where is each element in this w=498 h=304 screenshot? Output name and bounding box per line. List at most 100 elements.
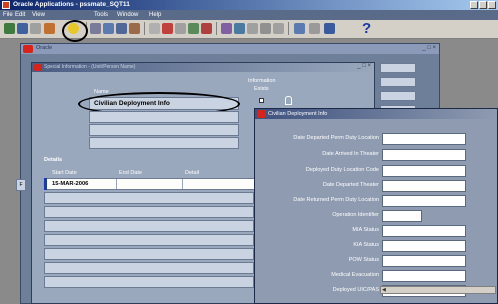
- find-icon[interactable]: [17, 23, 28, 34]
- medical-evacuation-input[interactable]: [382, 270, 466, 282]
- field-label: Date Departed Perm Duty Location: [293, 135, 379, 141]
- mdi-title: Oracle: [36, 45, 53, 51]
- date-departed-theater-input[interactable]: [382, 180, 466, 192]
- menu-help[interactable]: Help: [149, 10, 161, 20]
- popup-field-row: Date Arrived In Theater: [255, 149, 497, 162]
- oracle-logo-icon: [23, 45, 33, 53]
- side-tab[interactable]: F: [16, 179, 26, 191]
- window-title: Oracle Applications - pssmate_SQT11: [13, 1, 130, 8]
- table-row[interactable]: [44, 262, 254, 274]
- close-icon[interactable]: [488, 1, 496, 9]
- kia-status-input[interactable]: [382, 240, 466, 252]
- exists-checkbox[interactable]: [259, 98, 264, 103]
- column-detail: Detail: [185, 170, 200, 176]
- popup-title: Civilian Deployment Info: [268, 111, 328, 117]
- table-row[interactable]: 15-MAR-2006: [44, 178, 264, 190]
- edit-icon[interactable]: [188, 23, 199, 34]
- table-row[interactable]: [44, 220, 254, 232]
- popup-header: Civilian Deployment Info: [255, 109, 497, 119]
- popup-field-row: KIA Status: [255, 240, 497, 253]
- new-icon[interactable]: [4, 23, 15, 34]
- scroll-left-arrow-icon[interactable]: ◀: [382, 287, 386, 293]
- deployed-duty-location-code-input[interactable]: [382, 165, 466, 177]
- special-information-header: Special Information - (Unit/Person Name)…: [32, 63, 374, 72]
- form-controls[interactable]: _ □ ×: [357, 63, 371, 69]
- name-field-row[interactable]: [89, 137, 239, 149]
- table-row[interactable]: [44, 234, 254, 246]
- field-label: MIA Status: [352, 227, 379, 233]
- oracle-logo-icon: [34, 64, 42, 71]
- oracle-logo-icon: [257, 110, 266, 118]
- name-field-row[interactable]: [89, 111, 239, 123]
- window-title-bar: Oracle Applications - pssmate_SQT11: [0, 0, 498, 10]
- exists-label: Exists: [254, 86, 269, 92]
- popup-field-row: MIA Status: [255, 225, 497, 238]
- delete-record-icon[interactable]: [162, 23, 173, 34]
- field-label: Medical Evacuation: [331, 272, 379, 278]
- table-row[interactable]: [44, 206, 254, 218]
- table-row[interactable]: [44, 276, 254, 288]
- cut-icon[interactable]: [103, 23, 114, 34]
- column-end-date: End Date: [119, 170, 142, 176]
- nav-icon[interactable]: [30, 23, 41, 34]
- date-returned-perm-duty-input[interactable]: [382, 195, 466, 207]
- details-label: Details: [44, 157, 63, 163]
- background-field: [380, 63, 416, 73]
- menu-toggle-icon[interactable]: [309, 23, 320, 34]
- end-date-cell[interactable]: [117, 179, 183, 189]
- copy-icon[interactable]: [116, 23, 127, 34]
- menu-tools[interactable]: Tools: [94, 10, 108, 20]
- pow-status-input[interactable]: [382, 255, 466, 267]
- attachments-icon[interactable]: [201, 23, 212, 34]
- name-field-row[interactable]: [89, 124, 239, 136]
- mia-status-input[interactable]: [382, 225, 466, 237]
- wizard-icon[interactable]: [260, 23, 271, 34]
- field-label: Date Returned Perm Duty Location: [293, 197, 379, 203]
- background-field: [380, 91, 416, 101]
- menu-view[interactable]: View: [32, 10, 45, 20]
- date-arrived-theater-input[interactable]: [382, 149, 466, 161]
- field-label: Deployed UIC/PAS: [332, 287, 379, 293]
- popup-field-row: Date Returned Perm Duty Location: [255, 195, 497, 208]
- print-icon[interactable]: [90, 23, 101, 34]
- toolbar-separator: [216, 22, 217, 35]
- background-field: [380, 77, 416, 87]
- date-departed-perm-duty-input[interactable]: [382, 133, 466, 145]
- table-row[interactable]: [44, 192, 254, 204]
- menu-edit[interactable]: Edit: [15, 10, 25, 20]
- help-icon[interactable]: ?: [362, 20, 371, 38]
- operation-identifier-input[interactable]: [382, 210, 422, 222]
- zoom-icon[interactable]: [247, 23, 258, 34]
- folder-tools-icon[interactable]: [294, 23, 305, 34]
- toolbar-separator: [288, 22, 289, 35]
- menu-bar: File Edit View Tools Window Help: [0, 10, 498, 20]
- information-label: Information: [248, 78, 276, 84]
- export-icon[interactable]: [324, 23, 335, 34]
- popup-field-row: Deployed Duty Location Code: [255, 165, 497, 178]
- field-label: Date Departed Theater: [322, 182, 379, 188]
- field-label: Date Arrived In Theater: [322, 151, 379, 157]
- paste-icon[interactable]: [129, 23, 140, 34]
- horizontal-scrollbar[interactable]: ◀: [380, 286, 496, 294]
- popup-field-row: Medical Evacuation: [255, 270, 497, 283]
- flashlight-callout-circle: [62, 20, 88, 42]
- save-icon[interactable]: [44, 23, 55, 34]
- folder-icon[interactable]: [221, 23, 232, 34]
- detail-cell[interactable]: [183, 179, 263, 189]
- translate-icon[interactable]: [234, 23, 245, 34]
- popup-field-row: Operation Identifier: [255, 210, 497, 223]
- clear-record-icon[interactable]: [175, 23, 186, 34]
- field-label: Deployed Duty Location Code: [305, 167, 379, 173]
- minimize-icon[interactable]: [470, 1, 478, 9]
- window-icon[interactable]: [273, 23, 284, 34]
- table-row[interactable]: [44, 248, 254, 260]
- menu-file[interactable]: File: [3, 10, 13, 20]
- mdi-controls[interactable]: _ □ ×: [422, 45, 436, 51]
- current-row-indicator: [44, 178, 47, 190]
- start-date-cell[interactable]: 15-MAR-2006: [49, 179, 117, 189]
- menu-window[interactable]: Window: [117, 10, 138, 20]
- form-title: Special Information - (Unit/Person Name): [44, 64, 136, 70]
- field-label: Operation Identifier: [332, 212, 379, 218]
- new-record-icon[interactable]: [149, 23, 160, 34]
- maximize-icon[interactable]: [479, 1, 487, 9]
